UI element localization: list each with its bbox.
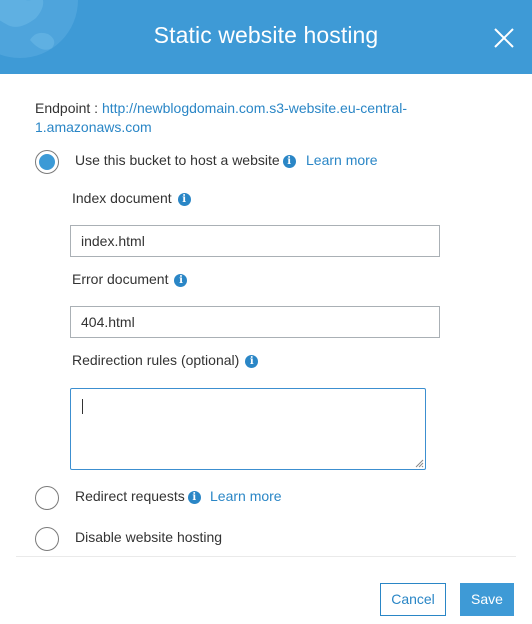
divider — [16, 556, 516, 557]
endpoint: Endpoint : http://newblogdomain.com.s3-w… — [35, 99, 435, 137]
text-caret — [82, 399, 83, 414]
endpoint-label: Endpoint : — [35, 100, 102, 116]
redirection-rules-textarea[interactable] — [70, 388, 426, 470]
disable-hosting-label: Disable website hosting — [75, 529, 223, 545]
dialog-header: Static website hosting — [0, 0, 532, 74]
info-icon[interactable]: i — [282, 155, 296, 168]
info-icon[interactable]: i — [177, 193, 191, 206]
cancel-button[interactable]: Cancel — [380, 583, 446, 616]
redirection-rules-label: Redirection rules (optional) — [72, 352, 240, 368]
info-icon[interactable]: i — [245, 355, 259, 368]
index-document-label-row: Index document i — [72, 190, 191, 206]
host-website-option: Use this bucket to host a website i — [75, 152, 296, 168]
host-website-label: Use this bucket to host a website — [75, 152, 280, 168]
disable-hosting-radio[interactable] — [35, 527, 59, 551]
redirect-requests-radio[interactable] — [35, 486, 59, 510]
endpoint-url-line2: 1.amazonaws.com — [35, 119, 152, 135]
redirect-requests-label: Redirect requests — [75, 488, 185, 504]
error-document-input[interactable]: 404.html — [70, 306, 440, 338]
resize-grip-icon[interactable] — [414, 458, 424, 468]
error-document-label-row: Error document i — [72, 271, 188, 287]
close-icon[interactable] — [492, 26, 516, 50]
dialog-title: Static website hosting — [153, 22, 379, 48]
host-website-radio[interactable] — [35, 150, 59, 174]
host-learn-more-link[interactable]: Learn more — [306, 152, 378, 168]
index-document-label: Index document — [72, 190, 172, 206]
error-document-label: Error document — [72, 271, 169, 287]
save-button[interactable]: Save — [460, 583, 514, 616]
endpoint-url-line1: http://newblogdomain.com.s3-website.eu-c… — [101, 100, 407, 116]
info-icon[interactable]: i — [187, 491, 201, 504]
redirect-requests-option: Redirect requests i — [75, 488, 201, 504]
static-website-hosting-dialog: Static website hosting Endpoint : http:/… — [0, 0, 532, 624]
index-document-input[interactable]: index.html — [70, 225, 440, 257]
info-icon[interactable]: i — [174, 274, 188, 287]
redirect-learn-more-link[interactable]: Learn more — [210, 488, 282, 504]
redirection-rules-label-row: Redirection rules (optional) i — [72, 352, 259, 368]
